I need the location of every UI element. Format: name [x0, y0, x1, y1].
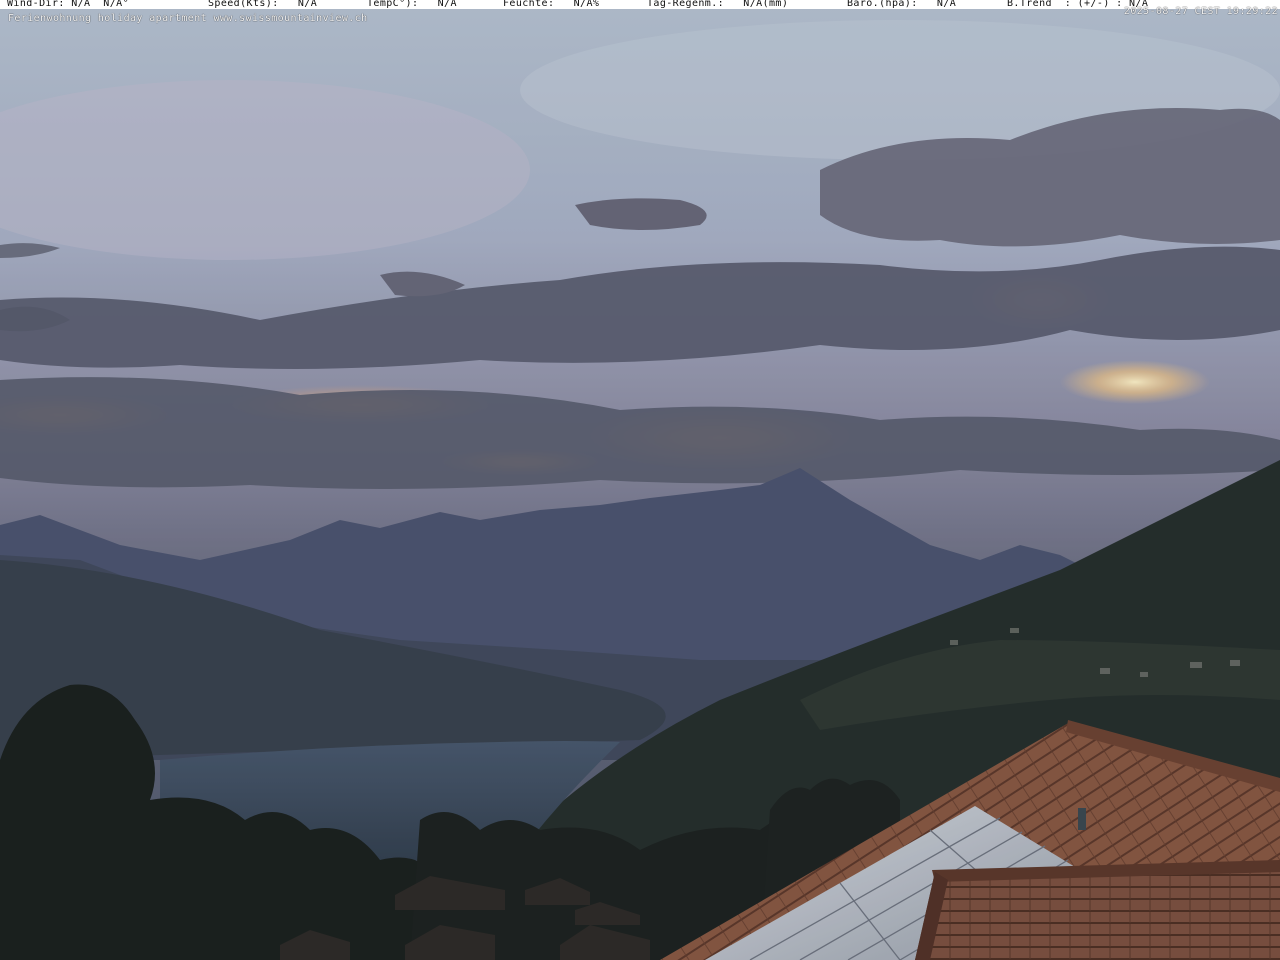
temperature-readout: TempC°): N/A — [367, 0, 457, 9]
pressure-readout: Baro.(hpa): N/A — [847, 0, 957, 9]
rain-readout: Tag-Regenm.: N/A(mm) — [647, 0, 789, 9]
landscape-photo — [0, 0, 1280, 960]
humidity-readout: Feuchte: N/A% — [503, 0, 600, 9]
wind-direction-readout: Wind-Dir: N/A N/A° — [7, 0, 129, 9]
wind-speed-readout: Speed(Kts): N/A — [208, 0, 318, 9]
webcam-caption: Ferienwohnung holiday apartment www.swis… — [8, 13, 368, 24]
webcam-frame: Wind-Dir: N/A N/A° Speed(Kts): N/A TempC… — [0, 0, 1280, 960]
timestamp: 2025-08-27 CEST 19:29:22 — [1123, 6, 1278, 17]
